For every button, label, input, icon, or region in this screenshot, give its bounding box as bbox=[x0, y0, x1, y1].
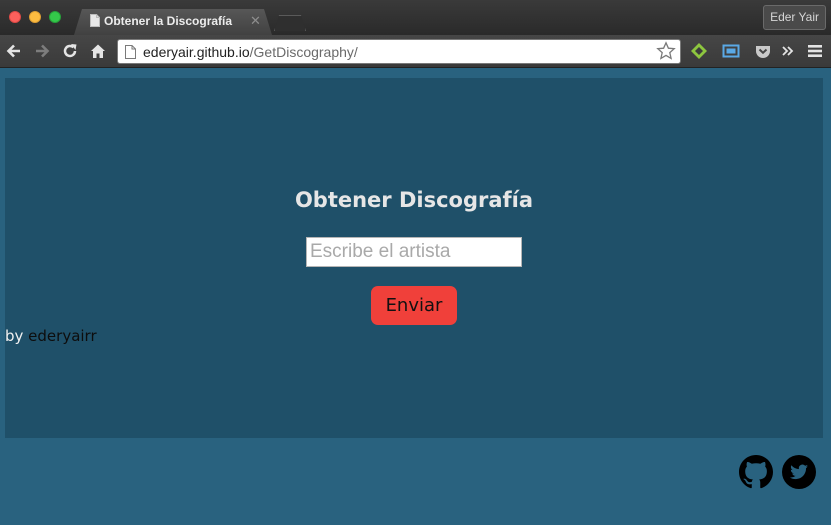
new-tab-button[interactable] bbox=[274, 15, 306, 31]
close-window-button[interactable] bbox=[9, 11, 21, 23]
zoom-window-button[interactable] bbox=[49, 11, 61, 23]
minimize-window-button[interactable] bbox=[29, 11, 41, 23]
browser-tab-active[interactable]: Obtener la Discografía ✕ bbox=[74, 9, 272, 35]
page-icon bbox=[125, 45, 136, 59]
url-path: /GetDiscography/ bbox=[249, 44, 358, 60]
browser-toolbar: ederyair.github.io/GetDiscography/ bbox=[0, 35, 831, 68]
menu-icon[interactable] bbox=[805, 41, 825, 61]
page-content: Obtener Discografía Enviar by ederyairr bbox=[0, 69, 831, 525]
profile-button[interactable]: Eder Yair bbox=[763, 5, 826, 30]
tab-title: Obtener la Discografía bbox=[104, 14, 233, 28]
tab-close-icon[interactable]: ✕ bbox=[250, 13, 261, 29]
evernote-extension-icon[interactable] bbox=[689, 41, 709, 61]
forward-arrow-icon[interactable] bbox=[32, 41, 52, 61]
bookmark-star-icon[interactable] bbox=[656, 41, 676, 61]
address-bar[interactable]: ederyair.github.io/GetDiscography/ bbox=[117, 39, 681, 64]
url-host: ederyair.github.io bbox=[143, 44, 250, 60]
screen-capture-icon[interactable] bbox=[721, 41, 741, 61]
url-text[interactable]: ederyair.github.io/GetDiscography/ bbox=[143, 44, 358, 60]
back-arrow-icon[interactable] bbox=[4, 41, 24, 61]
home-icon[interactable] bbox=[88, 41, 108, 61]
author-link[interactable]: ederyairr bbox=[28, 327, 96, 345]
document-icon bbox=[90, 14, 100, 27]
page-title: Obtener Discografía bbox=[294, 188, 534, 212]
artist-search-input[interactable] bbox=[306, 237, 522, 267]
credit-prefix: by bbox=[5, 327, 29, 345]
github-icon[interactable] bbox=[739, 455, 773, 489]
author-credit: by ederyairr bbox=[5, 327, 97, 345]
extensions-overflow-icon[interactable] bbox=[781, 41, 795, 61]
submit-button[interactable]: Enviar bbox=[371, 286, 457, 325]
reload-icon[interactable] bbox=[60, 41, 80, 61]
twitter-icon[interactable] bbox=[782, 455, 816, 489]
pocket-icon[interactable] bbox=[753, 41, 773, 61]
browser-titlebar: Obtener la Discografía ✕ Eder Yair bbox=[0, 0, 831, 35]
search-card: Obtener Discografía Enviar by ederyairr bbox=[5, 78, 823, 438]
